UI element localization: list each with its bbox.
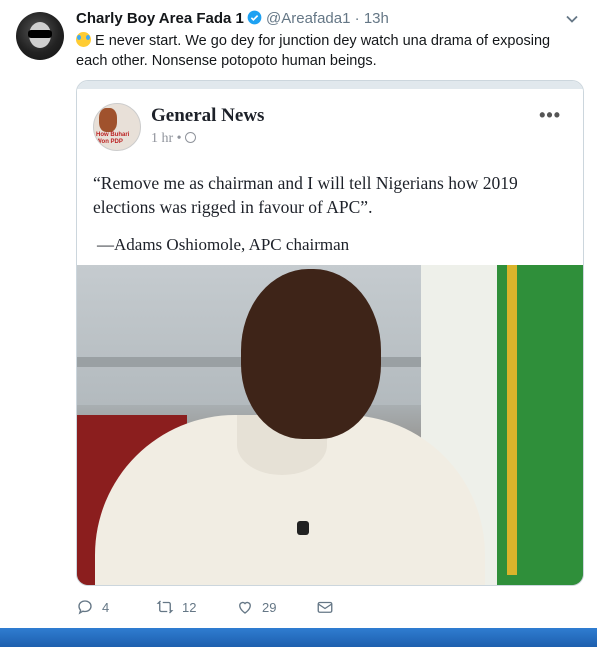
post-attribution: —Adams Oshiomole, APC chairman — [97, 235, 350, 254]
retweet-icon — [156, 600, 174, 614]
avatar-glasses — [28, 30, 52, 38]
globe-icon — [185, 132, 197, 143]
page-avatar: How Buhari Won PDP — [93, 103, 141, 151]
attached-image-card[interactable]: How Buhari Won PDP General News 1 hr • •… — [76, 80, 584, 586]
verified-badge-icon — [247, 10, 262, 29]
tweet[interactable]: Charly Boy Area Fada 1 @Areafada1 · 13h … — [0, 0, 597, 628]
tweet-header: Charly Boy Area Fada 1 @Areafada1 · 13h — [76, 10, 389, 29]
lapel-mic — [297, 521, 309, 535]
facebook-post-screenshot: How Buhari Won PDP General News 1 hr • •… — [77, 89, 583, 265]
direct-message-button[interactable] — [316, 598, 334, 616]
direct-message-icon — [317, 601, 333, 613]
reply-button[interactable]: 4 — [76, 598, 109, 616]
page-name: General News — [151, 105, 265, 126]
meta-separator: · — [354, 10, 360, 27]
author-handle[interactable]: @Areafada1 — [266, 10, 350, 27]
tweet-time[interactable]: 13h — [364, 10, 389, 27]
card-top-strip — [77, 81, 583, 89]
author-name[interactable]: Charly Boy Area Fada 1 — [76, 10, 244, 27]
more-options-icon: ••• — [539, 105, 561, 125]
laughing-emoji-icon — [76, 32, 91, 47]
tweet-text: E never start. We go dey for junction de… — [76, 31, 576, 71]
photo-person-head — [241, 269, 381, 439]
post-quote: “Remove me as chairman and I will tell N… — [93, 173, 518, 217]
page-avatar-text: How Buhari Won PDP — [96, 132, 130, 145]
post-time: 1 hr — [151, 131, 174, 146]
like-icon — [239, 601, 251, 614]
reply-count: 4 — [102, 599, 110, 615]
oshiomole-photo — [77, 265, 583, 585]
page-avatar-face — [99, 108, 117, 132]
chevron-down-icon[interactable] — [565, 12, 579, 26]
post-meta-separator: • — [176, 131, 182, 146]
flag-fringe — [507, 265, 517, 575]
retweet-button[interactable]: 12 — [156, 598, 196, 616]
retweet-count: 12 — [182, 599, 197, 615]
reply-icon — [78, 600, 92, 615]
like-button[interactable]: 29 — [236, 598, 276, 616]
tweet-body: E never start. We go dey for junction de… — [76, 33, 551, 69]
windows-taskbar — [0, 628, 597, 647]
like-count: 29 — [262, 599, 277, 615]
author-avatar[interactable] — [16, 12, 64, 60]
page-meta: 1 hr • — [151, 131, 197, 147]
